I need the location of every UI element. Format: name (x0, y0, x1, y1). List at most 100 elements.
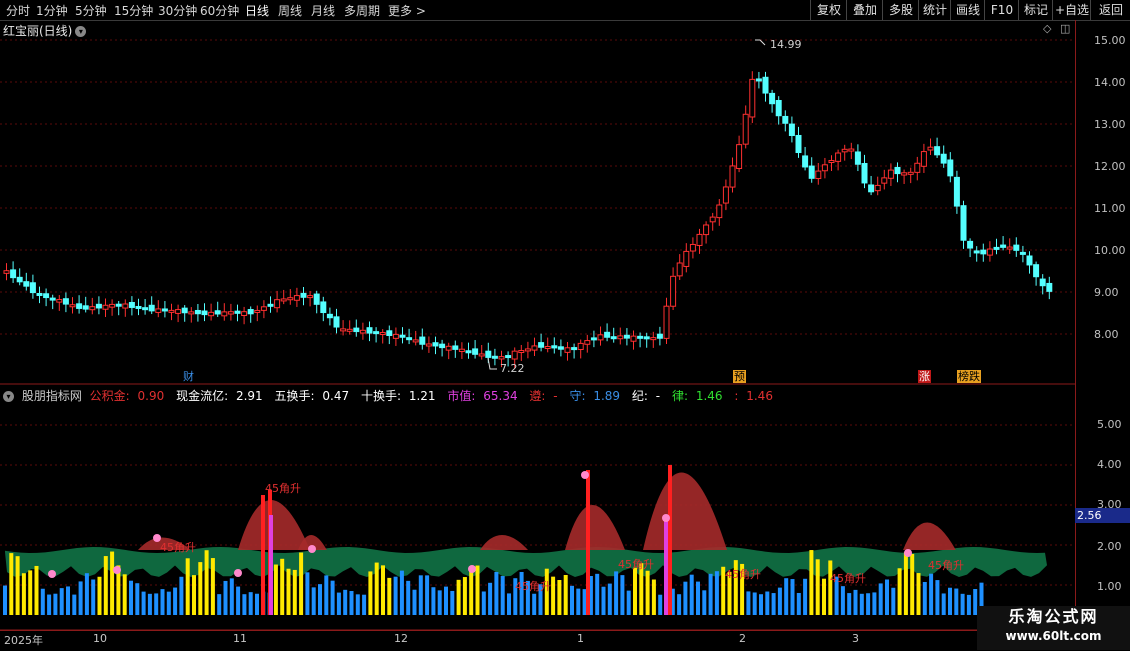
stats-button[interactable]: 统计 (918, 0, 951, 20)
volume-bar (255, 593, 259, 615)
volume-bar (475, 565, 480, 615)
badge-forecast[interactable]: 预 (733, 370, 746, 383)
volume-bar (620, 575, 625, 615)
candle-body (379, 332, 386, 336)
tab-15min[interactable]: 15分钟 (114, 2, 153, 19)
volume-bar (154, 593, 159, 615)
peak-area (903, 522, 956, 550)
high-price-label: 14.99 (770, 38, 802, 51)
overlay-button[interactable]: 叠加 (846, 0, 883, 20)
candle-body (940, 153, 947, 164)
volume-bar (59, 588, 64, 615)
volume-bar (198, 562, 203, 615)
candlestick-chart[interactable] (0, 20, 1075, 385)
volume-bar (859, 593, 864, 615)
volume-bar (954, 588, 959, 615)
candle-body (861, 163, 868, 184)
indicator-tick: 2.00 (1097, 540, 1122, 553)
candle-body (788, 123, 795, 137)
f10-button[interactable]: F10 (984, 0, 1019, 20)
candle-body (307, 295, 314, 299)
candle-body (109, 303, 116, 308)
volume-bar (217, 594, 222, 615)
candle-body (458, 348, 465, 352)
volume-bar (374, 562, 379, 615)
tab-1min[interactable]: 1分钟 (36, 2, 68, 19)
current-value-marker: 2.56 (1075, 508, 1130, 523)
price-tick: 10.00 (1094, 244, 1126, 257)
candle-body (56, 299, 63, 303)
volume-bar (866, 593, 871, 615)
tab-monthly[interactable]: 月线 (311, 2, 335, 19)
candle-body (36, 292, 43, 296)
badge-rise[interactable]: 涨 (918, 370, 931, 383)
candle-body (564, 347, 571, 353)
badge-finance[interactable]: 财 (182, 370, 195, 383)
watermark: 乐淘公式网 www.60lt.com (977, 606, 1130, 650)
tab-60min[interactable]: 60分钟 (200, 2, 239, 19)
signal-bar (261, 495, 265, 615)
volume-bar (381, 565, 385, 615)
volume-bar (91, 579, 96, 615)
candle-body (293, 295, 300, 301)
candle-body (610, 336, 617, 340)
candle-body (848, 148, 855, 152)
draw-line-button[interactable]: 画线 (950, 0, 985, 20)
candle-body (887, 169, 894, 179)
candle-body (346, 328, 353, 332)
candle-body (194, 309, 201, 315)
tab-fenshi[interactable]: 分时 (6, 2, 30, 19)
volume-bar (683, 581, 688, 615)
tab-weekly[interactable]: 周线 (278, 2, 302, 19)
candle-body (148, 304, 155, 312)
volume-bar (437, 590, 442, 615)
volume-bar (488, 582, 493, 615)
volume-bar (746, 591, 751, 615)
volume-bar (790, 579, 795, 615)
signal-marker (234, 569, 242, 577)
signal-bar (269, 515, 273, 615)
volume-bar (210, 558, 215, 615)
volume-bar (456, 579, 461, 615)
annotation-45: 45角升 (160, 541, 196, 554)
multi-stock-button[interactable]: 多股 (882, 0, 919, 20)
candle-body (135, 305, 142, 309)
add-watchlist-button[interactable]: +自选 (1052, 0, 1091, 20)
candle-body (689, 243, 696, 252)
candle-body (29, 282, 36, 294)
candle-body (95, 303, 102, 309)
candle-body (815, 170, 822, 180)
candle-body (412, 339, 419, 343)
badge-list-fall[interactable]: 榜跌 (957, 370, 981, 383)
candle-body (1006, 246, 1013, 250)
peak-area (565, 505, 625, 550)
candle-body (221, 311, 228, 317)
volume-bar (570, 585, 574, 615)
peak-area (480, 535, 528, 550)
candle-body (663, 305, 670, 339)
candle-body (960, 205, 967, 241)
fuquan-button[interactable]: 复权 (810, 0, 847, 20)
volume-bar (702, 590, 707, 615)
tab-30min[interactable]: 30分钟 (158, 2, 197, 19)
volume-bar (418, 575, 423, 615)
volume-bar (822, 578, 826, 615)
candle-body (214, 310, 221, 315)
tab-more[interactable]: 更多 > (388, 2, 426, 19)
tab-multi-period[interactable]: 多周期 (344, 2, 380, 19)
tab-5min[interactable]: 5分钟 (75, 2, 107, 19)
candle-body (505, 355, 512, 359)
candle-body (115, 303, 122, 307)
mark-button[interactable]: 标记 (1018, 0, 1053, 20)
volume-bar (40, 588, 45, 615)
candle-body (716, 204, 723, 219)
tab-daily[interactable]: 日线 (245, 2, 269, 19)
candle-body (808, 165, 815, 179)
volume-bar (280, 558, 285, 615)
volume-bar (185, 558, 190, 615)
back-button[interactable]: 返回 (1090, 0, 1130, 20)
volume-bar (15, 556, 20, 615)
peak-area (643, 472, 727, 550)
candle-body (993, 246, 1000, 250)
candle-body (260, 306, 267, 311)
